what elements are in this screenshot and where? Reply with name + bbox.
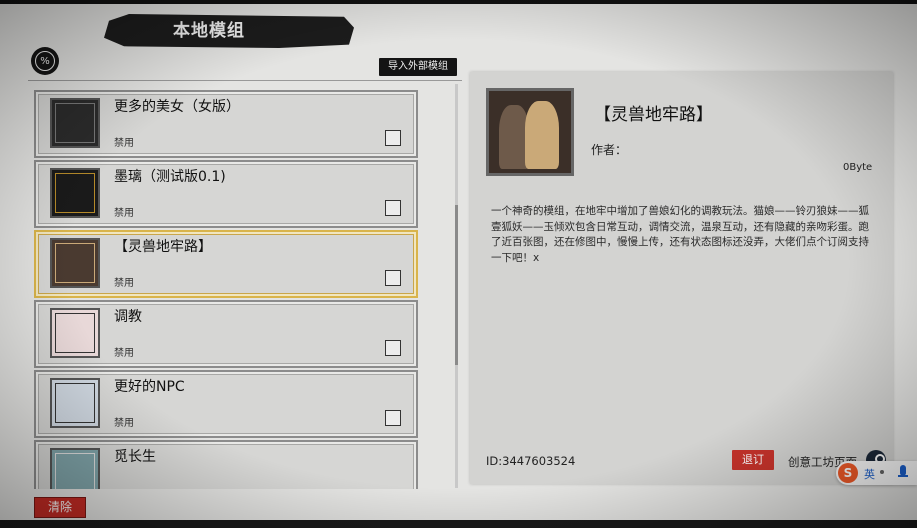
window-bottom-edge xyxy=(0,520,917,528)
mod-thumbnail xyxy=(50,238,100,288)
mod-thumbnail xyxy=(50,98,100,148)
mod-size: 0Byte xyxy=(843,162,873,173)
sogou-ime-icon[interactable]: S xyxy=(838,463,858,483)
mod-thumbnail xyxy=(50,308,100,358)
mod-name: 更好的NPC xyxy=(114,379,185,395)
ime-language-toggle[interactable]: 英 xyxy=(864,466,875,482)
mod-status: 禁用 xyxy=(114,138,134,149)
mod-preview-image xyxy=(486,88,574,176)
microphone-base xyxy=(898,475,908,477)
mod-status: 禁用 xyxy=(114,208,134,219)
enable-checkbox[interactable] xyxy=(385,270,401,286)
mod-list-item[interactable]: 更多的美女（女版） 禁用 xyxy=(34,90,418,158)
mod-thumbnail xyxy=(50,448,100,489)
mod-filter-icon[interactable]: % xyxy=(31,47,59,75)
mod-list-item-selected[interactable]: 【灵兽地牢路】 禁用 xyxy=(34,230,418,298)
mod-list-scroll-thumb[interactable] xyxy=(455,205,458,365)
mod-list-item[interactable]: 觅长生 xyxy=(34,440,418,489)
mod-thumbnail xyxy=(50,168,100,218)
mod-list-item[interactable]: 更好的NPC 禁用 xyxy=(34,370,418,438)
enable-checkbox[interactable] xyxy=(385,340,401,356)
mod-status: 禁用 xyxy=(114,278,134,289)
mod-name: 觅长生 xyxy=(114,449,156,465)
page-title: 本地模组 xyxy=(173,21,245,41)
mod-name: 墨璃（测试版0.1) xyxy=(114,169,226,185)
import-external-mod-button[interactable]: 导入外部模组 xyxy=(379,58,457,76)
mod-thumbnail xyxy=(50,378,100,428)
mod-status: 禁用 xyxy=(114,348,134,359)
mod-name: 更多的美女（女版） xyxy=(114,99,240,115)
enable-checkbox[interactable] xyxy=(385,130,401,146)
mod-name: 调教 xyxy=(114,309,142,325)
mod-list-item[interactable]: 调教 禁用 xyxy=(34,300,418,368)
unsubscribe-button[interactable]: 退订 xyxy=(732,450,774,470)
window-top-edge xyxy=(0,0,917,4)
percent-icon: % xyxy=(35,51,55,71)
delete-button[interactable]: 清除 xyxy=(34,497,86,518)
mod-detail-title: 【灵兽地牢路】 xyxy=(594,105,713,125)
mod-name: 【灵兽地牢路】 xyxy=(114,239,212,255)
mod-description: 一个神奇的模组，在地牢中增加了兽娘幻化的调教玩法。猫娘——铃刃狼妹——狐壹狐妖—… xyxy=(491,205,869,264)
ime-punctuation-icon[interactable] xyxy=(880,470,884,474)
enable-checkbox[interactable] xyxy=(385,200,401,216)
mod-status: 禁用 xyxy=(114,418,134,429)
mod-list-item[interactable]: 墨璃（测试版0.1) 禁用 xyxy=(34,160,418,228)
mod-id: ID:3447603524 xyxy=(486,454,576,468)
mod-author: 作者： xyxy=(591,143,628,157)
mod-list: 更多的美女（女版） 禁用 墨璃（测试版0.1) 禁用 【灵兽地牢路】 禁用 调教… xyxy=(28,80,462,489)
enable-checkbox[interactable] xyxy=(385,410,401,426)
